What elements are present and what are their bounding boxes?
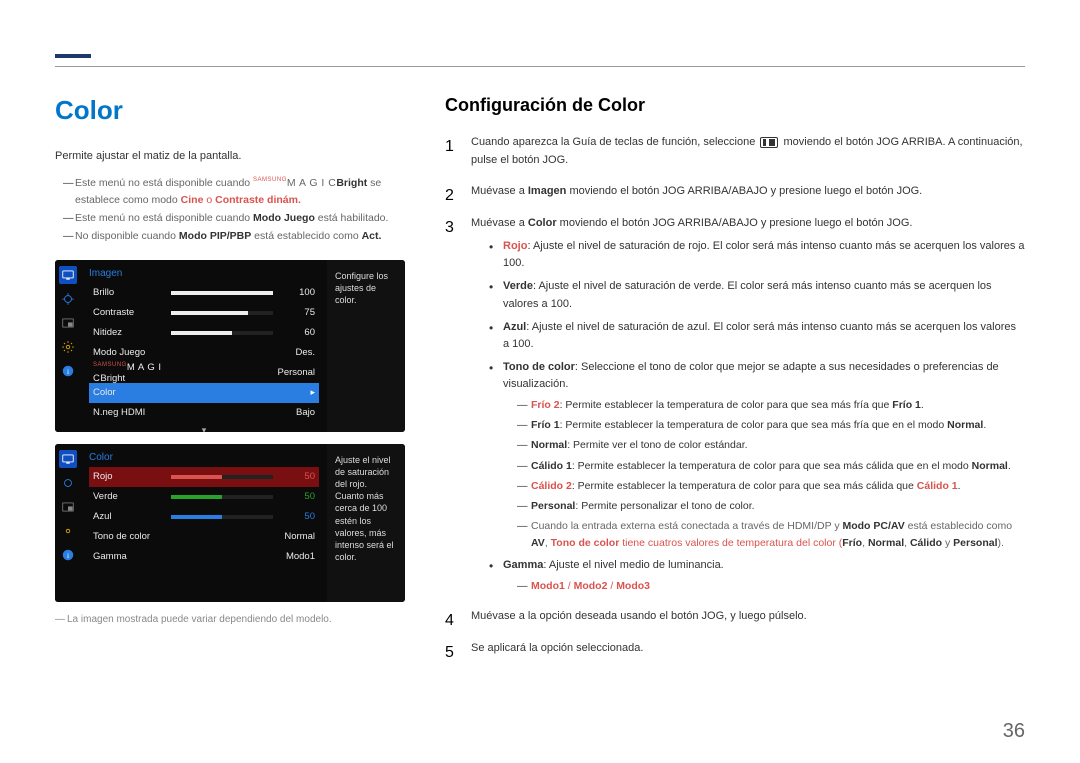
step-4: Muévase a la opción deseada usando el bo… xyxy=(445,608,1025,626)
osd1-row-modojuego: Modo JuegoDes. xyxy=(89,343,319,363)
bullet-rojo: Rojo: Ajuste el nivel de saturación de r… xyxy=(489,238,1025,272)
target-icon xyxy=(59,474,77,492)
page-content: Color Permite ajustar el matiz de la pan… xyxy=(55,95,1025,733)
gamma-modos: Modo1 / Modo2 / Modo3 xyxy=(517,578,1025,594)
svg-text:i: i xyxy=(67,367,69,376)
info-icon: i xyxy=(59,546,77,564)
target-icon xyxy=(59,290,77,308)
steps-list: Cuando aparezca la Guía de teclas de fun… xyxy=(445,134,1025,657)
osd1-row-color: Color▸ xyxy=(89,383,319,403)
pip-icon xyxy=(59,314,77,332)
tono-personal: Personal: Permite personalizar el tono d… xyxy=(517,498,1025,514)
pip-icon xyxy=(59,498,77,516)
step-5: Se aplicará la opción seleccionada. xyxy=(445,640,1025,658)
osd2-row-rojo: Rojo50 xyxy=(89,467,319,487)
tono-calido1: Cálido 1: Permite establecer la temperat… xyxy=(517,458,1025,474)
osd1-row-brillo: Brillo100 xyxy=(89,283,319,303)
tono-sublist: Frío 2: Permite establecer la temperatur… xyxy=(503,397,1025,551)
note-2: Este menú no está disponible cuando Modo… xyxy=(63,210,405,228)
tono-frio2: Frío 2: Permite establecer la temperatur… xyxy=(517,397,1025,413)
osd1-row-magicbright: SAMSUNGM A G I CBrightPersonal xyxy=(89,363,319,383)
color-options-list: Rojo: Ajuste el nivel de saturación de r… xyxy=(471,238,1025,594)
osd1-row-nneg: N.neg HDMIBajo xyxy=(89,403,319,423)
header-accent-bar xyxy=(55,54,91,58)
osd2-title: Color xyxy=(89,450,319,467)
osd1-row-nitidez: Nitidez60 xyxy=(89,323,319,343)
left-column: Color Permite ajustar el matiz de la pan… xyxy=(55,95,405,733)
bullet-tono: Tono de color: Seleccione el tono de col… xyxy=(489,359,1025,551)
footer-note: La imagen mostrada puede variar dependie… xyxy=(55,614,405,625)
osd1-sidebar: i xyxy=(55,260,81,432)
osd2-row-verde: Verde50 xyxy=(89,487,319,507)
osd-screenshot-color: i Color Rojo50 Verde50 Azul50 Tono de co… xyxy=(55,444,405,602)
osd1-main: Imagen Brillo100 Contraste75 Nitidez60 M… xyxy=(81,260,327,432)
bullet-verde: Verde: Ajuste el nivel de saturación de … xyxy=(489,278,1025,312)
osd2-tip: Ajuste el nivel de saturación del rojo. … xyxy=(327,444,405,602)
step-2: Muévase a Imagen moviendo el botón JOG A… xyxy=(445,183,1025,201)
step-1: Cuando aparezca la Guía de teclas de fun… xyxy=(445,134,1025,169)
gear-icon xyxy=(59,522,77,540)
step-3: Muévase a Color moviendo el botón JOG AR… xyxy=(445,215,1025,594)
right-column: Configuración de Color Cuando aparezca l… xyxy=(445,95,1025,733)
monitor-icon xyxy=(59,450,77,468)
note-1: Este menú no está disponible cuando SAMS… xyxy=(63,175,405,211)
chevron-right-icon: ▸ xyxy=(305,387,315,398)
osd1-title: Imagen xyxy=(89,266,319,283)
osd1-row-contraste: Contraste75 xyxy=(89,303,319,323)
tono-frio1: Frío 1: Permite establecer la temperatur… xyxy=(517,417,1025,433)
osd2-row-gamma: GammaModo1 xyxy=(89,547,319,567)
bullet-gamma: Gamma: Ajuste el nivel medio de luminanc… xyxy=(489,557,1025,594)
bullet-azul: Azul: Ajuste el nivel de saturación de a… xyxy=(489,319,1025,353)
chevron-down-icon: ▾ xyxy=(89,425,319,432)
osd2-sidebar: i xyxy=(55,444,81,602)
info-icon: i xyxy=(59,362,77,380)
osd-screenshot-imagen: i Imagen Brillo100 Contraste75 Nitidez60… xyxy=(55,260,405,432)
gear-icon xyxy=(59,338,77,356)
page-title: Color xyxy=(55,95,405,126)
osd2-main: Color Rojo50 Verde50 Azul50 Tono de colo… xyxy=(81,444,327,602)
header-rule xyxy=(55,66,1025,67)
menu-icon xyxy=(760,137,778,148)
note-3: No disponible cuando Modo PIP/PBP está e… xyxy=(63,228,405,246)
tono-external-note: Cuando la entrada externa está conectada… xyxy=(517,518,1025,551)
page-number: 36 xyxy=(1003,720,1025,743)
gamma-sublist: Modo1 / Modo2 / Modo3 xyxy=(503,578,1025,594)
osd1-tip: Configure los ajustes de color. xyxy=(327,260,405,432)
tono-normal: Normal: Permite ver el tono de color est… xyxy=(517,437,1025,453)
tono-calido2: Cálido 2: Permite establecer la temperat… xyxy=(517,478,1025,494)
intro-text: Permite ajustar el matiz de la pantalla. xyxy=(55,148,405,165)
monitor-icon xyxy=(59,266,77,284)
notes-list: Este menú no está disponible cuando SAMS… xyxy=(55,175,405,246)
osd2-row-azul: Azul50 xyxy=(89,507,319,527)
osd2-row-tono: Tono de colorNormal xyxy=(89,527,319,547)
svg-text:i: i xyxy=(67,551,69,560)
section-heading: Configuración de Color xyxy=(445,95,1025,116)
